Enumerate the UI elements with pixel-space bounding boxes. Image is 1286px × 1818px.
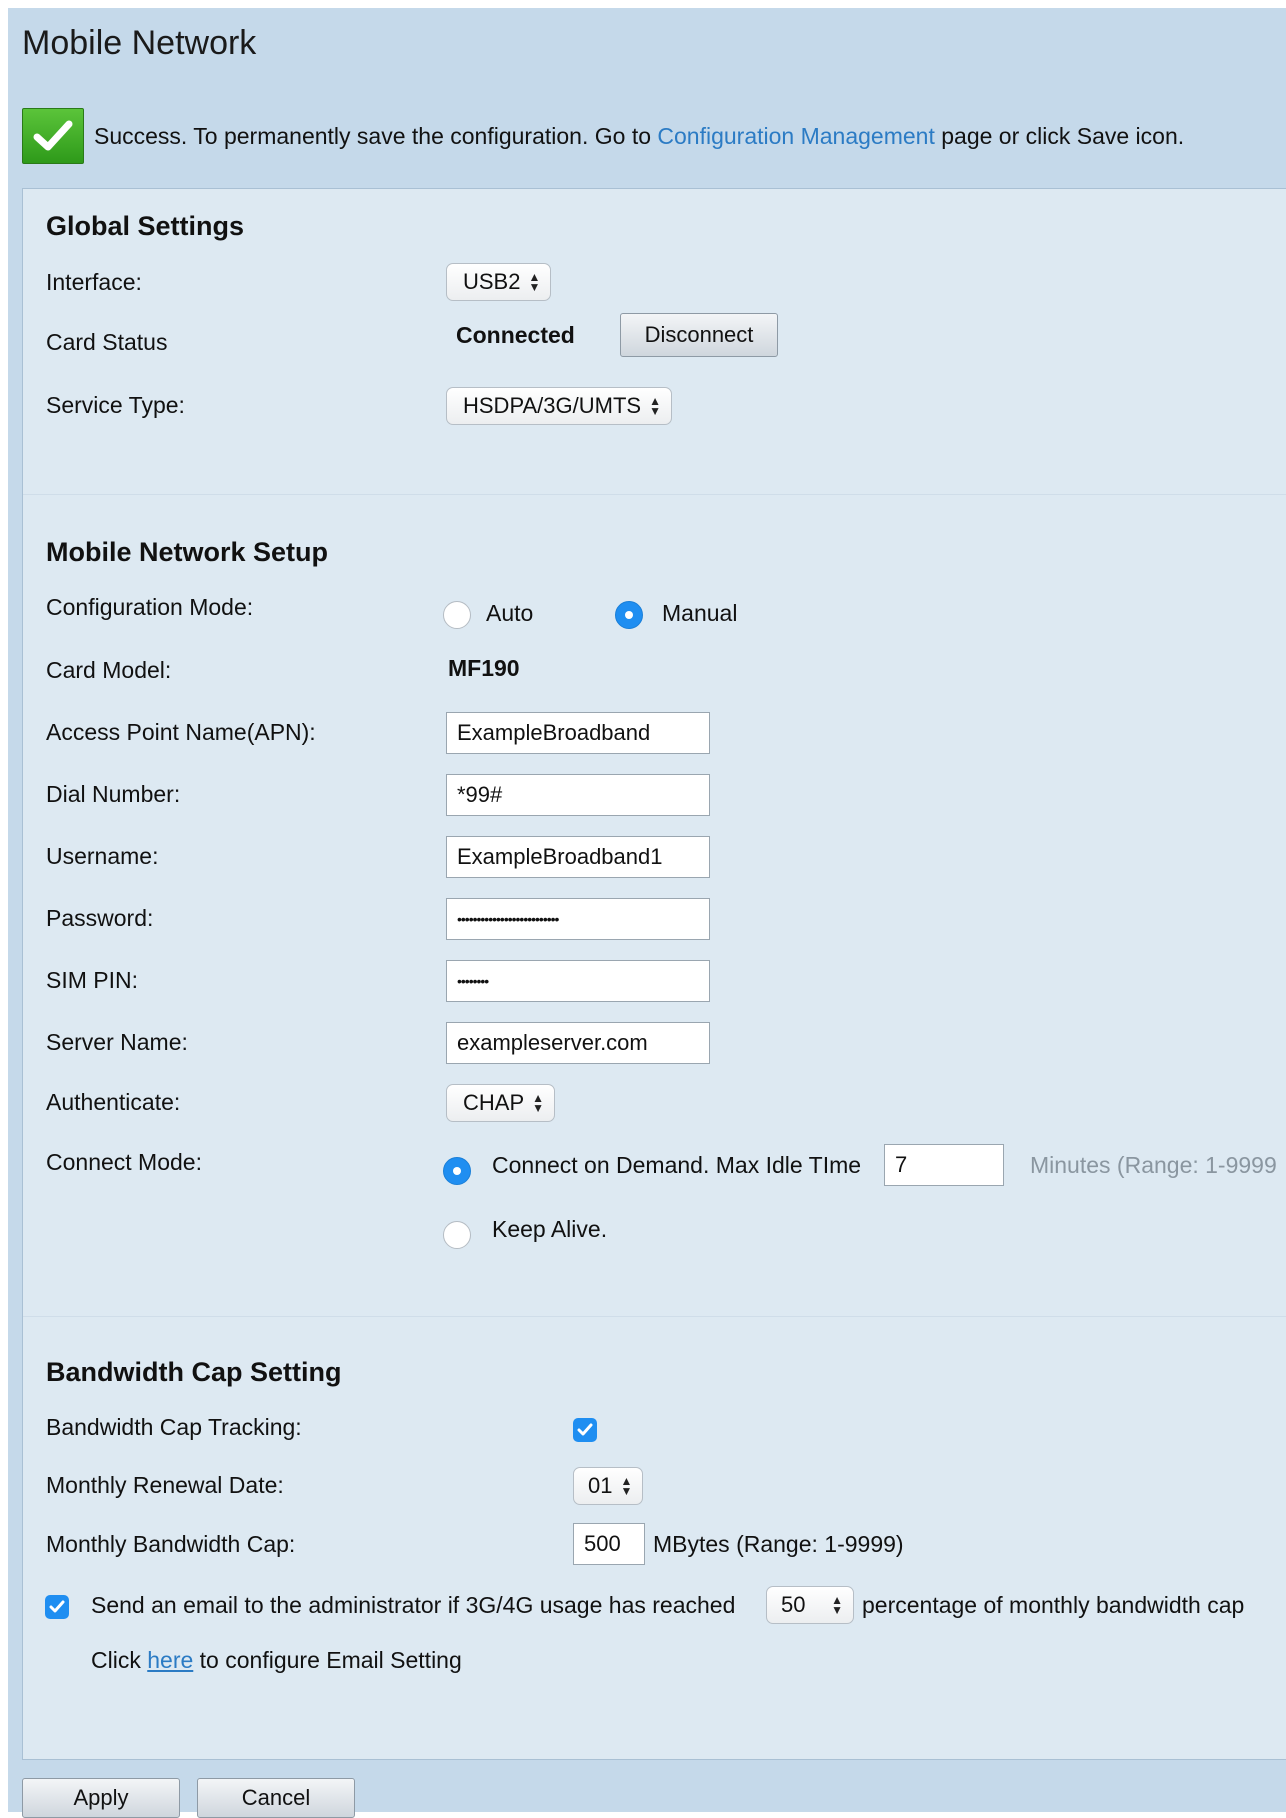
radio-auto-label: Auto <box>486 600 534 626</box>
authenticate-label: Authenticate: <box>46 1089 181 1115</box>
apply-button[interactable]: Apply <box>22 1778 180 1818</box>
email-percent-select[interactable]: 50 ▲ ▼ <box>766 1586 854 1624</box>
tracking-label: Bandwidth Cap Tracking: <box>46 1414 302 1440</box>
mobile-setup-title: Mobile Network Setup <box>46 537 329 567</box>
card-status-value: Connected <box>456 322 575 348</box>
card-model-label: Card Model: <box>46 657 172 683</box>
radio-manual[interactable] <box>615 601 643 629</box>
configure-text: to configure Email Setting <box>199 1647 462 1673</box>
username-input[interactable]: ExampleBroadband1 <box>446 836 710 878</box>
renewal-select[interactable]: 01 ▲ ▼ <box>573 1467 644 1505</box>
interface-select[interactable]: USB2 ▲ ▼ <box>446 263 552 301</box>
config-mode-label: Configuration Mode: <box>46 594 254 620</box>
service-type-value: HSDPA/3G/UMTS <box>463 393 642 418</box>
success-text: Success. To permanently save the configu… <box>94 122 651 149</box>
section-divider <box>23 1316 1286 1317</box>
authenticate-value: CHAP <box>463 1090 525 1115</box>
service-type-label: Service Type: <box>46 392 185 418</box>
max-idle-input[interactable]: 7 <box>884 1144 1004 1186</box>
password-label: Password: <box>46 905 154 931</box>
apn-label: Access Point Name(APN): <box>46 719 316 745</box>
cap-unit: MBytes (Range: 1-9999) <box>653 1531 904 1557</box>
select-arrows-icon: ▲ ▼ <box>620 1474 633 1498</box>
select-arrows-icon: ▲ ▼ <box>528 270 541 294</box>
max-idle-hint: Minutes (Range: 1-9999 <box>1030 1152 1277 1178</box>
disconnect-button[interactable]: Disconnect <box>620 313 778 357</box>
password-input[interactable]: •••••••••••••••••••••••••• <box>446 898 710 940</box>
radio-keep-alive[interactable] <box>443 1221 471 1249</box>
radio-auto[interactable] <box>443 601 471 629</box>
page-title: Mobile Network <box>22 24 257 62</box>
select-arrows-icon: ▲ ▼ <box>649 394 661 418</box>
renewal-label: Monthly Renewal Date: <box>46 1472 284 1498</box>
success-banner: Success. To permanently save the configu… <box>22 104 1184 168</box>
connect-mode-label: Connect Mode: <box>46 1149 202 1175</box>
authenticate-select[interactable]: CHAP ▲ ▼ <box>446 1084 556 1122</box>
email-percent-value: 50 <box>781 1592 806 1617</box>
apn-input[interactable]: ExampleBroadband <box>446 712 710 754</box>
settings-panel: Global Settings Interface: USB2 ▲ ▼ Card … <box>22 188 1286 1760</box>
checkmark-icon <box>49 1600 65 1613</box>
sim-pin-input[interactable]: •••••••• <box>446 960 710 1002</box>
page-frame: Mobile Network Success. To permanently s… <box>8 8 1286 1818</box>
email-checkbox[interactable] <box>45 1595 69 1619</box>
dial-number-label: Dial Number: <box>46 781 181 807</box>
cancel-button[interactable]: Cancel <box>197 1778 355 1818</box>
interface-label: Interface: <box>46 269 142 295</box>
section-divider <box>23 494 1286 495</box>
connect-on-demand-label: Connect on Demand. Max Idle TIme <box>492 1152 862 1178</box>
radio-manual-label: Manual <box>662 600 738 626</box>
server-name-input[interactable]: exampleserver.com <box>446 1022 710 1064</box>
email-text-after: percentage of monthly bandwidth cap <box>862 1592 1245 1618</box>
radio-connect-on-demand[interactable] <box>443 1157 471 1185</box>
select-arrows-icon: ▲ ▼ <box>831 1593 843 1617</box>
card-model-value: MF190 <box>448 655 520 681</box>
keep-alive-label: Keep Alive. <box>492 1216 608 1242</box>
bandwidth-title: Bandwidth Cap Setting <box>46 1357 342 1387</box>
card-status-label: Card Status <box>46 329 168 355</box>
renewal-value: 01 <box>588 1473 613 1498</box>
cap-input[interactable]: 500 <box>573 1523 645 1565</box>
sim-pin-label: SIM PIN: <box>46 967 139 993</box>
email-setting-link[interactable]: here <box>147 1647 193 1673</box>
click-text: Click <box>91 1647 141 1673</box>
tracking-checkbox[interactable] <box>573 1418 597 1442</box>
interface-value: USB2 <box>463 269 521 294</box>
email-text: Send an email to the administrator if 3G… <box>91 1592 736 1618</box>
click-here-line: Click here to configure Email Setting <box>91 1647 462 1674</box>
username-label: Username: <box>46 843 159 869</box>
success-check-icon <box>22 108 84 164</box>
select-arrows-icon: ▲ ▼ <box>532 1091 545 1115</box>
global-settings-title: Global Settings <box>46 211 245 241</box>
config-management-link[interactable]: Configuration Management <box>657 123 934 150</box>
cap-label: Monthly Bandwidth Cap: <box>46 1531 296 1557</box>
dial-number-input[interactable]: *99# <box>446 774 710 816</box>
service-type-select[interactable]: HSDPA/3G/UMTS ▲ ▼ <box>446 387 672 425</box>
checkmark-icon <box>577 1423 593 1436</box>
success-text-after: page or click Save icon. <box>941 122 1185 149</box>
server-name-label: Server Name: <box>46 1029 188 1055</box>
